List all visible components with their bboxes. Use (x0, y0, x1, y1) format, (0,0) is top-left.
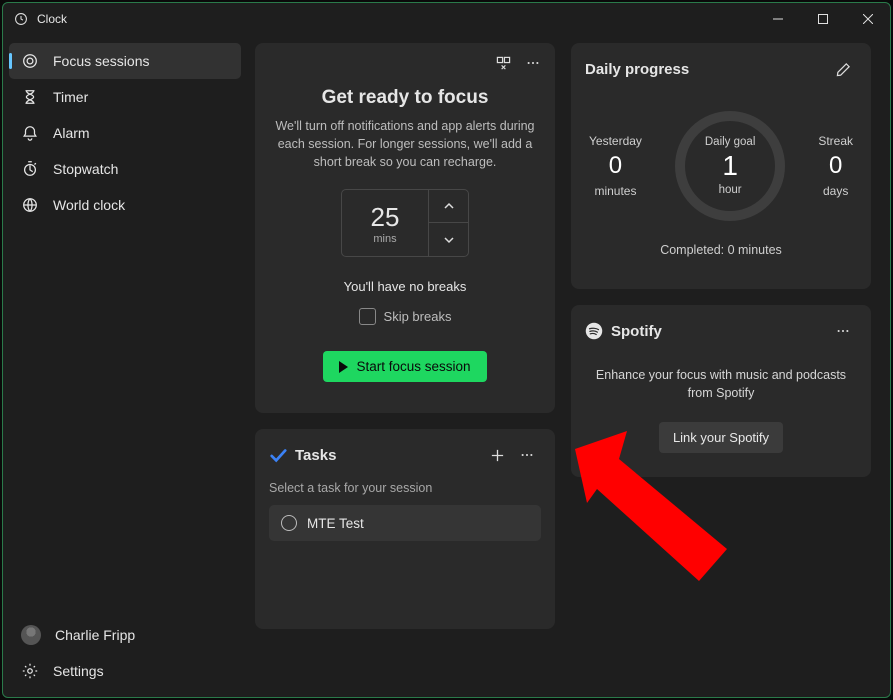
bell-icon (21, 124, 39, 142)
sidebar-item-label: Focus sessions (53, 53, 149, 69)
start-focus-label: Start focus session (356, 359, 470, 374)
goal-label: Daily goal (705, 136, 756, 148)
focus-subtitle: We'll turn off notifications and app ale… (275, 117, 535, 171)
yesterday-stat: Yesterday 0 minutes (589, 134, 642, 198)
tasks-icon (269, 446, 287, 464)
clock-app-icon (13, 11, 29, 27)
edit-progress-button[interactable] (829, 55, 857, 83)
completed-text: Completed: 0 minutes (585, 243, 857, 257)
gear-icon (21, 662, 39, 680)
sidebar-item-world-clock[interactable]: World clock (9, 187, 241, 223)
task-item[interactable]: MTE Test (269, 505, 541, 541)
task-label: MTE Test (307, 516, 364, 531)
spotify-icon (585, 322, 603, 340)
daily-progress-card: Daily progress Yesterday 0 minutes Daily… (571, 43, 871, 289)
yesterday-label: Yesterday (589, 134, 642, 148)
yesterday-value: 0 (589, 152, 642, 180)
sidebar-item-focus-sessions[interactable]: Focus sessions (9, 43, 241, 79)
sidebar-item-label: Stopwatch (53, 161, 118, 177)
radio-icon (281, 515, 297, 531)
expand-icon[interactable] (489, 49, 517, 77)
tasks-subtitle: Select a task for your session (269, 481, 541, 495)
spotify-more-button[interactable] (829, 317, 857, 345)
sidebar-item-user[interactable]: Charlie Fripp (9, 617, 241, 653)
progress-title: Daily progress (585, 61, 689, 78)
duration-value: 25 (371, 202, 400, 233)
tasks-title: Tasks (295, 447, 336, 464)
minimize-button[interactable] (755, 3, 800, 35)
streak-unit: days (818, 184, 853, 198)
sidebar-item-label: Alarm (53, 125, 90, 141)
sidebar-item-label: Timer (53, 89, 88, 105)
yesterday-unit: minutes (589, 184, 642, 198)
avatar (21, 625, 41, 645)
more-icon[interactable] (519, 49, 547, 77)
skip-breaks-checkbox[interactable]: Skip breaks (359, 308, 452, 325)
play-icon (339, 361, 348, 373)
settings-label: Settings (53, 663, 104, 679)
spotify-card: Spotify Enhance your focus with music an… (571, 305, 871, 477)
streak-label: Streak (818, 134, 853, 148)
focus-title: Get ready to focus (322, 87, 489, 109)
sidebar-item-stopwatch[interactable]: Stopwatch (9, 151, 241, 187)
sidebar-item-settings[interactable]: Settings (9, 653, 241, 689)
link-spotify-button[interactable]: Link your Spotify (659, 422, 783, 453)
titlebar: Clock (3, 3, 890, 35)
close-button[interactable] (845, 3, 890, 35)
hourglass-icon (21, 88, 39, 106)
goal-value: 1 (722, 150, 738, 182)
sidebar-item-alarm[interactable]: Alarm (9, 115, 241, 151)
user-name: Charlie Fripp (55, 627, 135, 643)
start-focus-button[interactable]: Start focus session (323, 351, 486, 382)
maximize-button[interactable] (800, 3, 845, 35)
goal-unit: hour (719, 184, 742, 196)
duration-stepper: 25 mins (341, 189, 469, 257)
daily-goal-ring: Daily goal 1 hour (675, 111, 785, 221)
skip-breaks-label: Skip breaks (384, 309, 452, 324)
add-task-button[interactable] (483, 441, 511, 469)
checkbox-icon (359, 308, 376, 325)
globe-icon (21, 196, 39, 214)
sidebar: Focus sessions Timer Alarm Stopwatch Wor… (3, 35, 247, 697)
window-title: Clock (37, 12, 67, 26)
decrease-duration-button[interactable] (428, 223, 468, 256)
spotify-subtitle: Enhance your focus with music and podcas… (585, 367, 857, 402)
duration-unit: mins (373, 233, 396, 245)
spotify-title: Spotify (611, 323, 662, 340)
increase-duration-button[interactable] (428, 190, 468, 223)
target-icon (21, 52, 39, 70)
streak-stat: Streak 0 days (818, 134, 853, 198)
link-spotify-label: Link your Spotify (673, 430, 769, 445)
focus-card: Get ready to focus We'll turn off notifi… (255, 43, 555, 413)
stopwatch-icon (21, 160, 39, 178)
streak-value: 0 (818, 152, 853, 180)
sidebar-item-timer[interactable]: Timer (9, 79, 241, 115)
breaks-info: You'll have no breaks (344, 279, 467, 294)
tasks-more-button[interactable] (513, 441, 541, 469)
sidebar-item-label: World clock (53, 197, 125, 213)
tasks-card: Tasks Select a task for your session MTE… (255, 429, 555, 629)
